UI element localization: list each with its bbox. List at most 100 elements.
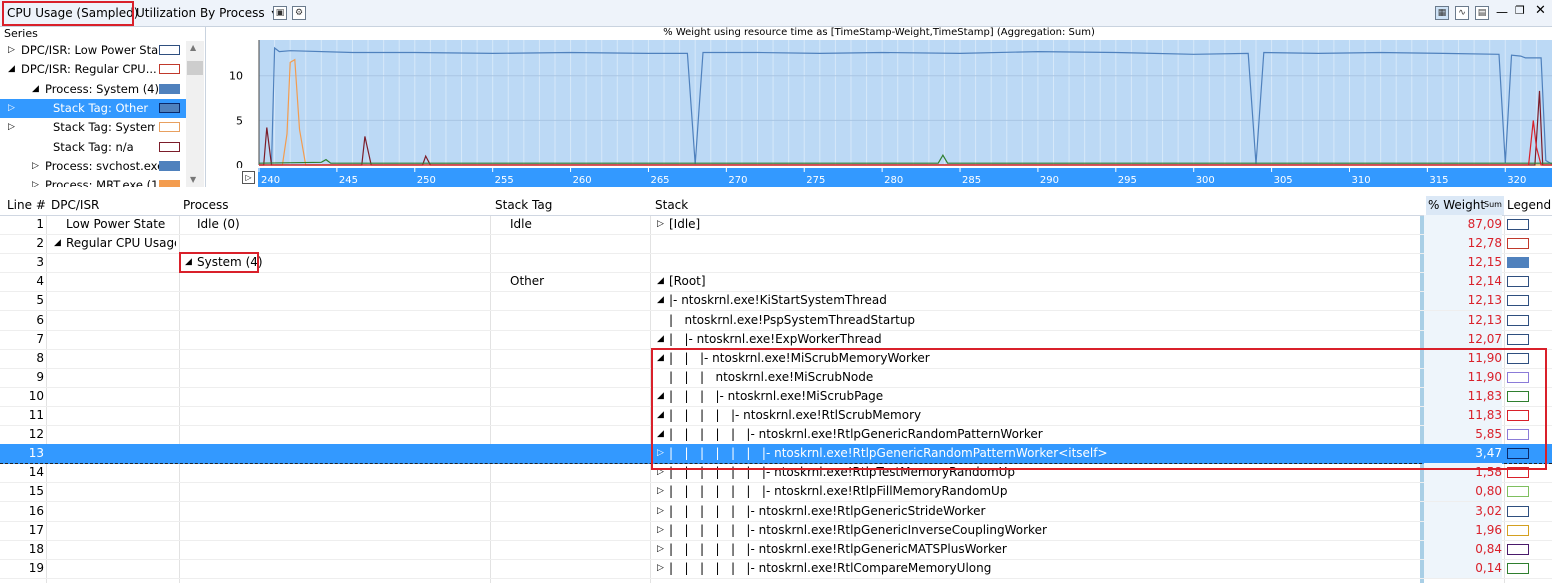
expand-icon[interactable]: ▷: [657, 502, 669, 521]
table-row[interactable]: 14 ▷ | | | | | | |- ntoskrnl.exe!RtlpTestM…: [0, 463, 1552, 484]
series-color-swatch[interactable]: [159, 64, 180, 75]
legend-swatch[interactable]: [1507, 276, 1529, 288]
collapse-icon[interactable]: ◢: [8, 60, 15, 79]
minimize-icon[interactable]: —: [1496, 5, 1508, 19]
expand-icon[interactable]: ▷: [657, 463, 669, 482]
series-item[interactable]: ▷ Process: svchost.exe...: [0, 157, 186, 176]
cpu-usage-chart[interactable]: 0 5 10: [206, 38, 1552, 168]
legend-swatch[interactable]: [1507, 524, 1529, 536]
table-row[interactable]: 17 ▷ | | | | | |- ntoskrnl.exe!RtlpGeneric…: [0, 520, 1552, 541]
series-scrollbar[interactable]: ▲ ▼: [186, 41, 204, 187]
table-row[interactable]: 15 ▷ | | | | | | |- ntoskrnl.exe!RtlpFillM…: [0, 482, 1552, 503]
collapse-icon[interactable]: ◢: [54, 234, 66, 253]
collapse-icon[interactable]: ◢: [657, 330, 669, 349]
scroll-down-icon[interactable]: ▼: [190, 175, 196, 184]
series-color-swatch[interactable]: [159, 160, 180, 171]
close-icon[interactable]: ✕: [1535, 3, 1546, 18]
expand-icon[interactable]: ▷: [657, 540, 669, 559]
series-color-swatch[interactable]: [159, 83, 180, 94]
series-item[interactable]: ▷ Stack Tag: System: [0, 118, 186, 137]
legend-swatch[interactable]: [1507, 543, 1529, 555]
expand-icon[interactable]: ▷: [32, 157, 39, 176]
table-row[interactable]: 12 ◢ | | | | | |- ntoskrnl.exe!RtlpGeneric…: [0, 425, 1552, 446]
legend-swatch[interactable]: [1507, 562, 1529, 574]
column-header-weight[interactable]: % Weight Sum: [1426, 196, 1504, 215]
legend-swatch[interactable]: [1507, 333, 1529, 345]
expand-icon[interactable]: ▷: [8, 99, 15, 118]
legend-swatch[interactable]: [1507, 486, 1529, 498]
series-color-swatch[interactable]: [159, 180, 180, 187]
column-header-dpc-isr[interactable]: DPC/ISR: [51, 196, 176, 215]
table-row[interactable]: 6 | ntoskrnl.exe!PspSystemThreadStartup 12…: [0, 310, 1552, 331]
collapse-icon[interactable]: ◢: [185, 253, 197, 272]
table-row[interactable]: 7 ◢ | |- ntoskrnl.exe!ExpWorkerThread 12,07: [0, 329, 1552, 350]
collapse-icon[interactable]: ◢: [657, 291, 669, 310]
table-row[interactable]: 8 ◢ | | |- ntoskrnl.exe!MiScrubMemoryWorke…: [0, 348, 1552, 369]
table-row[interactable]: 10 ◢ | | | |- ntoskrnl.exe!MiScrubPage 11,8…: [0, 386, 1552, 407]
legend-swatch[interactable]: [1507, 257, 1529, 269]
graph-title[interactable]: CPU Usage (Sampled): [3, 3, 142, 23]
series-color-swatch[interactable]: [159, 102, 180, 113]
restore-icon[interactable]: ❐: [1515, 4, 1525, 17]
series-item[interactable]: ▷ DPC/ISR: Low Power Sta...: [0, 41, 186, 60]
settings-icon[interactable]: ⚙: [292, 6, 306, 20]
legend-swatch[interactable]: [1507, 429, 1529, 441]
table-row[interactable]: 2 ◢ Regular CPU Usage 12,78: [0, 234, 1552, 255]
scrollbar-thumb[interactable]: [187, 61, 203, 75]
expand-icon[interactable]: ▷: [657, 521, 669, 540]
series-color-swatch[interactable]: [159, 122, 180, 133]
table-row[interactable]: 18 ▷ | | | | | |- ntoskrnl.exe!RtlpGeneric…: [0, 539, 1552, 560]
expand-graph-icon[interactable]: ▷: [242, 171, 255, 184]
column-header-legend[interactable]: Legend: [1507, 196, 1552, 215]
legend-swatch[interactable]: [1507, 352, 1529, 364]
column-header-stack[interactable]: Stack: [655, 196, 955, 215]
legend-swatch[interactable]: [1507, 238, 1529, 250]
legend-swatch[interactable]: [1507, 390, 1529, 402]
table-row[interactable]: 4 Other ◢ [Root] 12,14: [0, 272, 1552, 293]
column-header-stack-tag[interactable]: Stack Tag: [495, 196, 645, 215]
table-only-icon[interactable]: ▤: [1475, 6, 1489, 20]
column-header-line[interactable]: Line #: [7, 196, 47, 215]
expand-icon[interactable]: ▷: [657, 444, 669, 463]
series-color-swatch[interactable]: [159, 45, 180, 55]
legend-swatch[interactable]: [1507, 505, 1529, 517]
table-row[interactable]: 19 ▷ | | | | | |- ntoskrnl.exe!RtlCompareM…: [0, 558, 1552, 579]
graph-only-icon[interactable]: ∿: [1455, 6, 1469, 20]
collapse-icon[interactable]: ◢: [657, 387, 669, 406]
series-item[interactable]: ◢ DPC/ISR: Regular CPU...: [0, 60, 186, 79]
view-preset-select[interactable]: Utilization By Process ▾: [136, 3, 277, 23]
table-row[interactable]: 11 ◢ | | | | |- ntoskrnl.exe!RtlScrubMemor…: [0, 406, 1552, 426]
legend-swatch[interactable]: [1507, 219, 1529, 230]
legend-swatch[interactable]: [1507, 295, 1529, 307]
collapse-icon[interactable]: ◢: [32, 80, 39, 99]
legend-swatch[interactable]: [1507, 371, 1529, 383]
image-icon[interactable]: ▣: [273, 6, 287, 20]
collapse-icon[interactable]: ◢: [657, 349, 669, 368]
legend-swatch[interactable]: [1507, 410, 1529, 421]
collapse-icon[interactable]: ◢: [657, 272, 669, 291]
expand-icon[interactable]: ▷: [8, 41, 15, 60]
collapse-icon[interactable]: ◢: [657, 425, 669, 444]
table-row[interactable]: 13 ▷ | | | | | | |- ntoskrnl.exe!RtlpGener…: [0, 444, 1552, 465]
legend-swatch[interactable]: [1507, 467, 1529, 479]
series-item[interactable]: Stack Tag: n/a: [0, 138, 186, 157]
expand-icon[interactable]: ▷: [32, 176, 39, 187]
expand-icon[interactable]: ▷: [657, 482, 669, 501]
collapse-icon[interactable]: ◢: [657, 406, 669, 425]
column-header-process[interactable]: Process: [183, 196, 483, 215]
expand-icon[interactable]: ▷: [657, 559, 669, 578]
series-item[interactable]: ▷ Stack Tag: Other: [0, 98, 186, 118]
series-color-swatch[interactable]: [159, 141, 180, 152]
series-item[interactable]: ◢ Process: System (4): [0, 80, 186, 99]
legend-swatch[interactable]: [1507, 314, 1529, 326]
table-row[interactable]: 1 Low Power State Idle (0) Idle ▷ [Idle] 87,09: [0, 215, 1552, 235]
legend-swatch[interactable]: [1507, 448, 1529, 460]
table-row[interactable]: 9 | | | ntoskrnl.exe!MiScrubNode 11,90: [0, 367, 1552, 388]
series-item[interactable]: ▷ Process: MRT.exe (1...: [0, 176, 186, 187]
table-row[interactable]: 16 ▷ | | | | | |- ntoskrnl.exe!RtlpGeneric…: [0, 501, 1552, 522]
table-row[interactable]: 3 ◢ System (4) 12,15: [0, 253, 1552, 274]
expand-icon[interactable]: ▷: [657, 215, 669, 234]
table-row[interactable]: 5 ◢ |- ntoskrnl.exe!KiStartSystemThread 12,…: [0, 291, 1552, 312]
expand-icon[interactable]: ▷: [8, 118, 15, 137]
graph-and-table-icon[interactable]: ▦: [1435, 6, 1449, 20]
